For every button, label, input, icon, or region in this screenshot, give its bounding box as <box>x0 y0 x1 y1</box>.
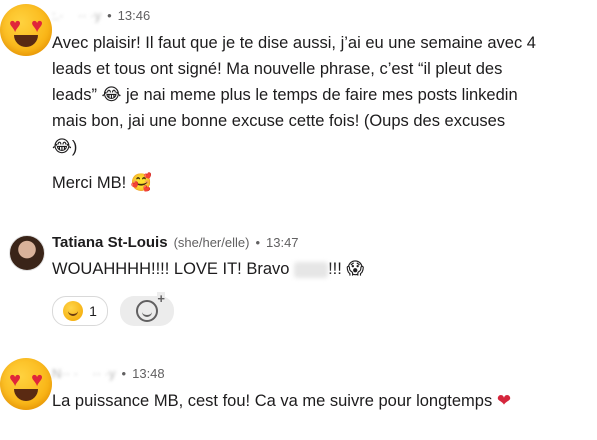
separator-dot: • <box>255 235 260 250</box>
timestamp[interactable]: 13:48 <box>132 366 165 381</box>
message-line: Merci MB! 🥰 <box>52 170 536 196</box>
mention-redacted[interactable] <box>294 261 329 278</box>
separator-dot: • <box>107 8 112 23</box>
message-text: je nai meme plus le temps de faire mes p… <box>126 86 518 104</box>
message-text: ) <box>71 138 78 156</box>
reaction-smile[interactable]: 1 <box>52 296 108 326</box>
author-name-redacted[interactable]: N·· · ·· ·y <box>52 366 116 381</box>
separator-dot: • <box>121 366 127 381</box>
add-reaction-button[interactable] <box>120 292 174 326</box>
smile-mouth <box>14 35 38 47</box>
message-text: La puissance MB, cest fou! Ca va me suiv… <box>52 392 493 410</box>
smiling-hearts-emoji-icon: 🥰 <box>130 173 153 192</box>
timestamp[interactable]: 13:47 <box>266 235 299 250</box>
screaming-emoji-icon: 😱 <box>346 259 365 278</box>
message-body: WOUAHHHH!!!! LOVE IT! Bravo !!! 😱 <box>52 256 364 282</box>
message-header: N·· · ·· ·y • 13:48 <box>52 366 165 381</box>
avatar-heart-eyes[interactable]: ♥ ♥ <box>0 358 52 410</box>
message-body: La puissance MB, cest fou! Ca va me suiv… <box>52 388 511 414</box>
avatar-heart-eyes[interactable]: ♥ ♥ <box>0 4 52 56</box>
message-header: :.· ·· ·y • 13:46 <box>52 8 150 23</box>
message-text: leads” <box>52 86 97 104</box>
laughing-emoji-icon: 😂 <box>52 137 72 156</box>
author-name-redacted[interactable]: :.· ·· ·y <box>52 8 101 23</box>
message-line: 😂) <box>52 134 536 160</box>
smile-mouth <box>14 389 38 401</box>
heart-eyes-icon: ♥ ♥ <box>9 369 43 391</box>
laughing-emoji-icon: 😂 <box>101 85 122 104</box>
message-text: !!! <box>328 260 342 278</box>
message-line: Avec plaisir! Il faut que je te dise aus… <box>52 34 536 52</box>
message-line: mais bon, jai une bonne excuse cette foi… <box>52 112 506 130</box>
smile-emoji-icon <box>63 301 84 321</box>
reaction-count: 1 <box>89 303 97 319</box>
add-reaction-icon <box>136 292 165 322</box>
message-line: leads” 😂 je nai meme plus le temps de fa… <box>52 82 536 108</box>
message-body: Avec plaisir! Il faut que je te dise aus… <box>52 30 536 196</box>
avatar-photo[interactable] <box>9 235 45 271</box>
message-text: WOUAHHHH!!!! LOVE IT! Bravo <box>52 260 290 278</box>
heart-icon: ❤ <box>496 391 512 410</box>
author-pronouns: (she/her/elle) <box>173 235 250 250</box>
message-line: leads et tous ont signé! Ma nouvelle phr… <box>52 60 503 78</box>
heart-eyes-icon: ♥ ♥ <box>9 15 43 37</box>
timestamp[interactable]: 13:46 <box>118 8 151 23</box>
author-name[interactable]: Tatiana St-Louis <box>52 234 168 251</box>
message-header: Tatiana St-Louis (she/her/elle) • 13:47 <box>52 234 299 251</box>
message-text: Merci MB! <box>52 174 127 192</box>
